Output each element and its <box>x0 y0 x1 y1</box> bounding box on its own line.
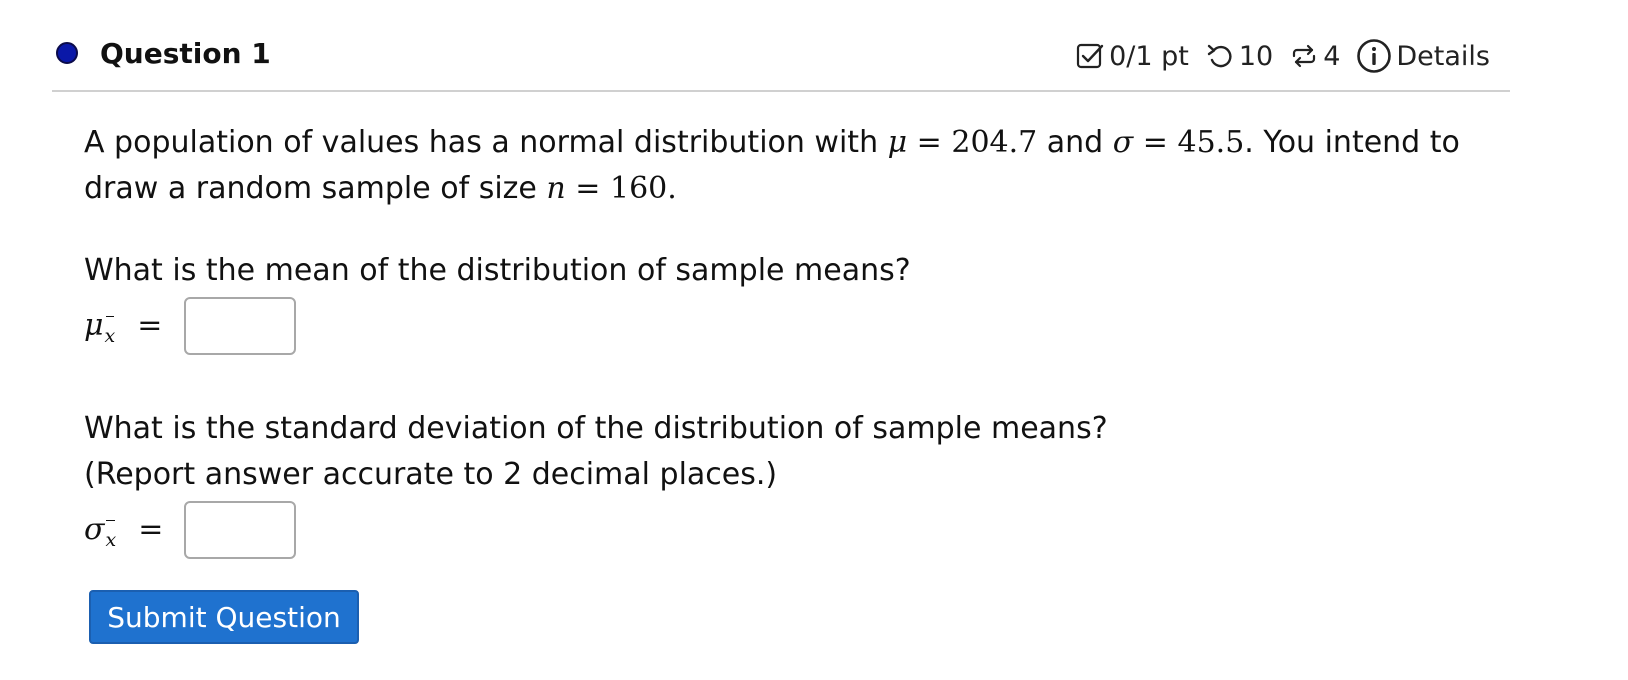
sigma-value: 45.5 <box>1177 125 1245 160</box>
attempts-indicator: 4 <box>1289 41 1340 72</box>
question-body: A population of values has a normal dist… <box>84 120 1524 560</box>
mu-symbol: μ <box>84 308 104 343</box>
status-dot <box>56 42 78 64</box>
question-2-text: What is the standard deviation of the di… <box>84 411 1108 446</box>
equals-sign: = <box>137 308 163 343</box>
question-1-text: What is the mean of the distribution of … <box>84 253 911 288</box>
attempts-count: 4 <box>1323 40 1341 72</box>
mean-label: μ x = <box>84 303 184 349</box>
checkbox-icon <box>1075 41 1105 71</box>
question-header: Question 1 0/1 pt 10 4 Details <box>52 28 1510 92</box>
points-indicator: 0/1 pt <box>1075 41 1189 72</box>
details-label: Details <box>1396 40 1490 72</box>
equals-sign: = <box>1142 125 1168 160</box>
points-text: 0/1 pt <box>1109 40 1189 72</box>
question-title: Question 1 <box>100 37 271 70</box>
intro-text: A population of values has a normal dist… <box>84 125 888 160</box>
mu-value: 204.7 <box>951 125 1038 160</box>
x-bar-subscript: x <box>105 313 115 359</box>
retries-count: 10 <box>1238 40 1274 72</box>
problem-statement: A population of values has a normal dist… <box>84 120 1524 212</box>
sd-label: σ x = <box>84 507 184 553</box>
submit-question-button[interactable]: Submit Question <box>89 590 359 644</box>
equals-sign: = <box>138 512 164 547</box>
info-icon <box>1356 38 1392 74</box>
mean-answer-row: μ x = <box>84 296 1524 356</box>
n-value: 160 <box>609 171 668 206</box>
sd-answer-input[interactable] <box>184 501 296 559</box>
question-2-note: (Report answer accurate to 2 decimal pla… <box>84 457 778 492</box>
undo-icon <box>1205 41 1235 71</box>
sd-answer-row: σ x = <box>84 500 1524 560</box>
sigma-symbol: σ <box>1112 125 1134 160</box>
details-link[interactable]: Details <box>1356 38 1490 74</box>
equals-sign: = <box>916 125 942 160</box>
and-text: and <box>1037 125 1113 160</box>
period: . <box>667 171 677 206</box>
equals-sign: = <box>575 171 601 206</box>
mu-symbol: μ <box>887 125 908 160</box>
mean-answer-input[interactable] <box>184 297 296 355</box>
repeat-icon <box>1289 41 1319 71</box>
retries-indicator: 10 <box>1205 41 1273 72</box>
n-symbol: n <box>546 171 566 206</box>
x-bar-subscript: x <box>105 517 116 563</box>
question-meta-bar: 0/1 pt 10 4 Details <box>1059 38 1490 74</box>
sigma-symbol: σ <box>84 512 105 547</box>
